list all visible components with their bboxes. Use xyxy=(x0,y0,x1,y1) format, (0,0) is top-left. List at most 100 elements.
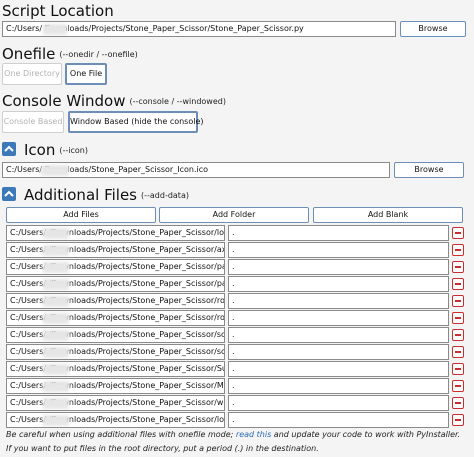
additional-file-destination-input[interactable]: . xyxy=(228,225,449,241)
minus-icon xyxy=(455,232,461,234)
additional-file-source-input[interactable]: C:/Users/ /Downloads/Projects/Stone_Pape… xyxy=(6,395,225,411)
redacted-username xyxy=(41,165,69,176)
onefile-title: Onefile (--onedir / --onefile) xyxy=(2,45,138,63)
remove-row-button[interactable] xyxy=(452,329,464,341)
redacted-username xyxy=(43,398,69,409)
additional-file-destination-value: . xyxy=(232,279,235,288)
remove-row-button[interactable] xyxy=(452,363,464,375)
additional-files-flags: (--add-data) xyxy=(140,191,189,200)
remove-row-button[interactable] xyxy=(452,295,464,307)
additional-file-source-input[interactable]: C:/Users/ /Downloads/Projects/Stone_Pape… xyxy=(6,242,225,258)
redacted-username xyxy=(43,279,69,290)
add-files-button[interactable]: Add Files xyxy=(6,207,156,223)
additional-file-source-input[interactable]: C:/Users/ /Downloads/Projects/Stone_Pape… xyxy=(6,259,225,275)
additional-file-destination-value: . xyxy=(232,262,235,271)
console-window-title: Console Window (--console / --windowed) xyxy=(2,92,226,110)
additional-file-source-input[interactable]: C:/Users/ /Downloads/Projects/Stone_Pape… xyxy=(6,327,225,343)
additional-file-source-input[interactable]: C:/Users/ /Downloads/Projects/Stone_Pape… xyxy=(6,225,225,241)
remove-row-button[interactable] xyxy=(452,397,464,409)
redacted-username xyxy=(43,313,69,324)
additional-file-destination-input[interactable]: . xyxy=(228,259,449,275)
additional-file-destination-value: . xyxy=(232,313,235,322)
redacted-username xyxy=(43,296,69,307)
remove-row-button[interactable] xyxy=(452,414,464,426)
redacted-username xyxy=(43,24,67,35)
remove-row-button[interactable] xyxy=(452,312,464,324)
window-based-option[interactable]: Window Based (hide the console) xyxy=(68,111,204,133)
minus-icon xyxy=(455,351,461,353)
minus-icon xyxy=(455,368,461,370)
minus-icon xyxy=(455,317,461,319)
additional-file-source-input[interactable]: C:/Users/ /Downloads/Projects/Stone_Pape… xyxy=(6,378,225,394)
icon-collapse-button[interactable] xyxy=(2,142,16,156)
add-blank-button[interactable]: Add Blank xyxy=(313,207,463,223)
additional-file-destination-value: . xyxy=(232,245,235,254)
additional-file-source-input[interactable]: C:/Users/ /Downloads/Projects/Stone_Pape… xyxy=(6,293,225,309)
additional-file-source-input[interactable]: C:/Users/ /Downloads/Projects/Stone_Pape… xyxy=(6,310,225,326)
minus-icon xyxy=(455,334,461,336)
icon-browse-button[interactable]: Browse xyxy=(394,162,464,178)
additional-file-destination-input[interactable]: . xyxy=(228,310,449,326)
minus-icon xyxy=(455,419,461,421)
redacted-username xyxy=(43,330,69,341)
one-directory-option[interactable]: One Directory xyxy=(2,63,62,85)
redacted-username xyxy=(43,228,69,239)
console-based-option[interactable]: Console Based xyxy=(2,111,64,133)
additional-file-destination-value: . xyxy=(232,381,235,390)
additional-file-destination-input[interactable]: . xyxy=(228,276,449,292)
additional-file-destination-value: . xyxy=(232,347,235,356)
redacted-username xyxy=(43,245,69,256)
remove-row-button[interactable] xyxy=(452,227,464,239)
minus-icon xyxy=(455,266,461,268)
additional-files-title: Additional Files (--add-data) xyxy=(24,186,189,204)
additional-file-destination-value: . xyxy=(232,296,235,305)
additional-file-destination-input[interactable]: . xyxy=(228,378,449,394)
remove-row-button[interactable] xyxy=(452,278,464,290)
additional-file-source-input[interactable]: C:/Users/ /Downloads/Projects/Stone_Pape… xyxy=(6,412,225,428)
root-directory-note: If you want to put files in the root dir… xyxy=(6,444,319,453)
additional-file-destination-value: . xyxy=(232,364,235,373)
minus-icon xyxy=(455,283,461,285)
remove-row-button[interactable] xyxy=(452,261,464,273)
chevron-up-icon xyxy=(4,145,14,152)
remove-row-button[interactable] xyxy=(452,244,464,256)
additional-file-destination-value: . xyxy=(232,228,235,237)
redacted-username xyxy=(43,262,69,273)
icon-path-value: C:/Users/ Downloads/Stone_Paper_Scissor_… xyxy=(6,165,209,174)
additional-file-source-input[interactable]: C:/Users/ /Downloads/Projects/Stone_Pape… xyxy=(6,344,225,360)
additional-file-destination-input[interactable]: . xyxy=(228,293,449,309)
additional-file-source-input[interactable]: C:/Users/ /Downloads/Projects/Stone_Pape… xyxy=(6,361,225,377)
additional-file-destination-input[interactable]: . xyxy=(228,361,449,377)
redacted-username xyxy=(43,415,69,426)
additional-file-destination-input[interactable]: . xyxy=(228,242,449,258)
remove-row-button[interactable] xyxy=(452,380,464,392)
minus-icon xyxy=(455,300,461,302)
icon-path-input[interactable]: C:/Users/ Downloads/Stone_Paper_Scissor_… xyxy=(2,162,390,178)
icon-flags: (--icon) xyxy=(59,146,88,155)
script-browse-button[interactable]: Browse xyxy=(400,21,466,37)
minus-icon xyxy=(455,249,461,251)
additional-file-source-input[interactable]: C:/Users/ /Downloads/Projects/Stone_Pape… xyxy=(6,276,225,292)
chevron-up-icon xyxy=(4,190,14,197)
additional-file-destination-input[interactable]: . xyxy=(228,344,449,360)
redacted-username xyxy=(43,364,69,375)
icon-title: Icon (--icon) xyxy=(24,141,88,159)
additional-files-collapse-button[interactable] xyxy=(2,187,16,201)
additional-file-destination-value: . xyxy=(232,398,235,407)
onefile-warning-note: Be careful when using additional files w… xyxy=(6,430,461,439)
additional-file-destination-value: . xyxy=(232,415,235,424)
script-path-input[interactable]: C:/Users/ Downloads/Projects/Stone_Paper… xyxy=(2,21,396,37)
one-file-option[interactable]: One File xyxy=(65,63,107,85)
add-folder-button[interactable]: Add Folder xyxy=(159,207,309,223)
additional-file-destination-input[interactable]: . xyxy=(228,412,449,428)
console-flags: (--console / --windowed) xyxy=(129,97,226,106)
remove-row-button[interactable] xyxy=(452,346,464,358)
redacted-username xyxy=(43,347,69,358)
additional-file-destination-input[interactable]: . xyxy=(228,327,449,343)
onefile-flags: (--onedir / --onefile) xyxy=(59,50,138,59)
minus-icon xyxy=(455,385,461,387)
additional-file-destination-input[interactable]: . xyxy=(228,395,449,411)
additional-file-destination-value: . xyxy=(232,330,235,339)
script-location-title: Script Location xyxy=(2,2,114,20)
read-this-link[interactable]: read this xyxy=(236,430,271,439)
